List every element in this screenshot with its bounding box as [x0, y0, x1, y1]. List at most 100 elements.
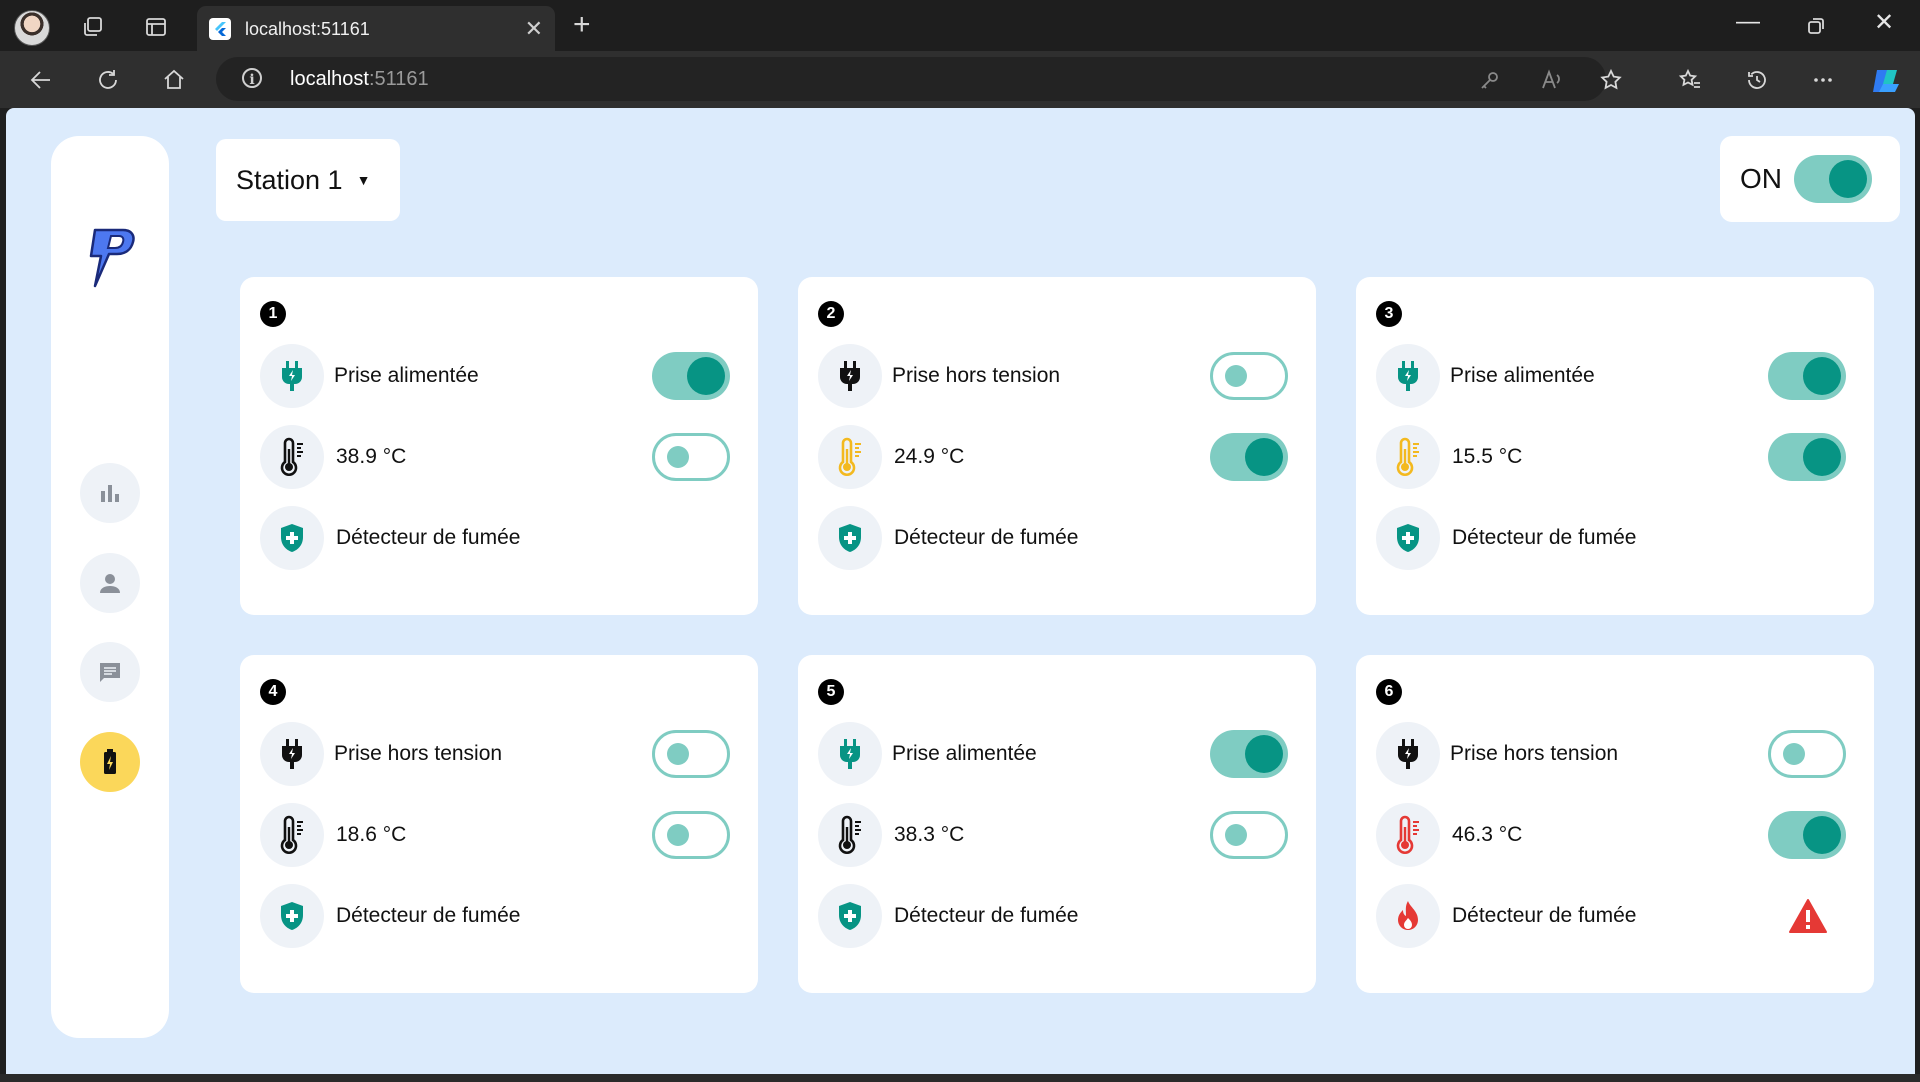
browser-tab-bar: localhost:51161 ✕ + — ✕ [0, 0, 1920, 51]
tab-title: localhost:51161 [245, 19, 370, 39]
person-icon [100, 574, 120, 593]
temperature-toggle[interactable] [1210, 811, 1288, 859]
more-options-icon[interactable] [1810, 67, 1836, 93]
station-dropdown[interactable]: Station 1 ▼ [216, 139, 400, 221]
outlet-card: 5 Prise alimentée 38.3 °C Détecteur de f… [798, 655, 1316, 993]
plug-off-icon [1376, 722, 1440, 786]
shield-icon [1376, 506, 1440, 570]
outlet-number-badge: 3 [1376, 301, 1402, 327]
plug-on-icon [818, 722, 882, 786]
outlet-number-badge: 5 [818, 679, 844, 705]
outlet-card: 6 Prise hors tension 46.3 °C Détecteur d… [1356, 655, 1874, 993]
temperature-value: 18.6 °C [336, 823, 407, 846]
plug-row: Prise hors tension [260, 722, 740, 786]
temperature-row: 18.6 °C [260, 803, 740, 867]
temperature-toggle[interactable] [652, 811, 730, 859]
window-bottom-edge [0, 1074, 1920, 1082]
warning-icon [1788, 898, 1828, 939]
battery-charging-icon [104, 749, 116, 774]
new-tab-icon[interactable]: + [573, 10, 591, 40]
url-port: :51161 [368, 68, 429, 90]
caret-down-icon: ▼ [356, 172, 371, 188]
temperature-toggle[interactable] [1210, 433, 1288, 481]
temperature-row: 46.3 °C [1376, 803, 1856, 867]
sidebar [51, 136, 169, 1038]
master-power-toggle[interactable] [1794, 155, 1872, 203]
plug-row: Prise hors tension [1376, 722, 1856, 786]
power-panel: ON [1720, 136, 1900, 222]
plug-toggle[interactable] [1210, 352, 1288, 400]
nav-battery-button[interactable] [80, 732, 140, 792]
tab-actions-icon[interactable] [141, 12, 171, 42]
temperature-value: 38.9 °C [336, 445, 407, 468]
outlet-number-badge: 1 [260, 301, 286, 327]
plug-toggle[interactable] [1210, 730, 1288, 778]
workspaces-icon[interactable] [78, 12, 108, 42]
app-logo-icon [83, 226, 139, 295]
plug-toggle[interactable] [652, 730, 730, 778]
profile-avatar[interactable] [14, 10, 50, 46]
plug-row: Prise alimentée [260, 344, 740, 408]
home-icon[interactable] [159, 65, 189, 95]
browser-tab[interactable]: localhost:51161 ✕ [197, 6, 555, 51]
url-field[interactable]: i localhost:51161 [216, 57, 1606, 101]
plug-row: Prise alimentée [818, 722, 1298, 786]
plug-toggle[interactable] [652, 352, 730, 400]
plug-toggle[interactable] [1768, 730, 1846, 778]
temperature-value: 24.9 °C [894, 445, 965, 468]
plug-on-icon [1376, 344, 1440, 408]
minimize-icon[interactable]: — [1736, 8, 1760, 36]
outlet-card: 2 Prise hors tension 24.9 °C Détecteur d… [798, 277, 1316, 615]
thermometer-icon [818, 803, 882, 867]
temperature-toggle[interactable] [1768, 811, 1846, 859]
plug-status-label: Prise hors tension [334, 742, 503, 765]
history-icon[interactable] [1744, 67, 1770, 93]
nav-chart-button[interactable] [80, 463, 140, 523]
smoke-row: Détecteur de fumée [818, 884, 1298, 948]
plug-off-icon [818, 344, 882, 408]
smoke-detector-label: Détecteur de fumée [336, 526, 521, 549]
back-icon[interactable] [26, 65, 56, 95]
outlet-number-badge: 4 [260, 679, 286, 705]
key-icon[interactable] [1477, 67, 1503, 93]
temperature-toggle[interactable] [652, 433, 730, 481]
favorite-star-icon[interactable] [1598, 67, 1624, 93]
smoke-row: Détecteur de fumée [260, 506, 740, 570]
thermometer-icon [260, 425, 324, 489]
nav-messages-button[interactable] [80, 642, 140, 702]
temperature-value: 15.5 °C [1452, 445, 1523, 468]
thermometer-icon [1376, 425, 1440, 489]
smoke-detector-label: Détecteur de fumée [336, 904, 521, 927]
site-info-icon[interactable]: i [242, 68, 262, 88]
url-text: localhost:51161 [290, 68, 429, 91]
smoke-row: Détecteur de fumée [818, 506, 1298, 570]
thermometer-icon [260, 803, 324, 867]
plug-row: Prise alimentée [1376, 344, 1856, 408]
smoke-detector-label: Détecteur de fumée [894, 526, 1079, 549]
plug-row: Prise hors tension [818, 344, 1298, 408]
temperature-toggle[interactable] [1768, 433, 1846, 481]
outlet-number-badge: 2 [818, 301, 844, 327]
app-viewport: Station 1 ▼ ON 1 Prise alimentée 38.9 °C… [6, 108, 1915, 1074]
station-label: Station 1 [236, 164, 343, 195]
temperature-row: 24.9 °C [818, 425, 1298, 489]
nav-profile-button[interactable] [80, 553, 140, 613]
smoke-row: Détecteur de fumée [260, 884, 740, 948]
smoke-detector-label: Détecteur de fumée [1452, 526, 1637, 549]
smoke-row: Détecteur de fumée [1376, 884, 1856, 948]
plug-status-label: Prise hors tension [892, 364, 1061, 387]
read-aloud-icon[interactable] [1539, 67, 1565, 93]
refresh-icon[interactable] [93, 65, 123, 95]
favorites-icon[interactable] [1677, 67, 1703, 93]
plug-toggle[interactable] [1768, 352, 1846, 400]
plug-status-label: Prise alimentée [892, 742, 1037, 765]
power-label: ON [1740, 163, 1782, 194]
close-tab-icon[interactable]: ✕ [525, 16, 543, 42]
shield-icon [260, 506, 324, 570]
restore-icon[interactable] [1804, 14, 1828, 38]
copilot-icon[interactable] [1868, 63, 1904, 99]
thermometer-icon [1376, 803, 1440, 867]
fire-icon [1376, 884, 1440, 948]
temperature-row: 15.5 °C [1376, 425, 1856, 489]
close-window-icon[interactable]: ✕ [1874, 8, 1894, 37]
